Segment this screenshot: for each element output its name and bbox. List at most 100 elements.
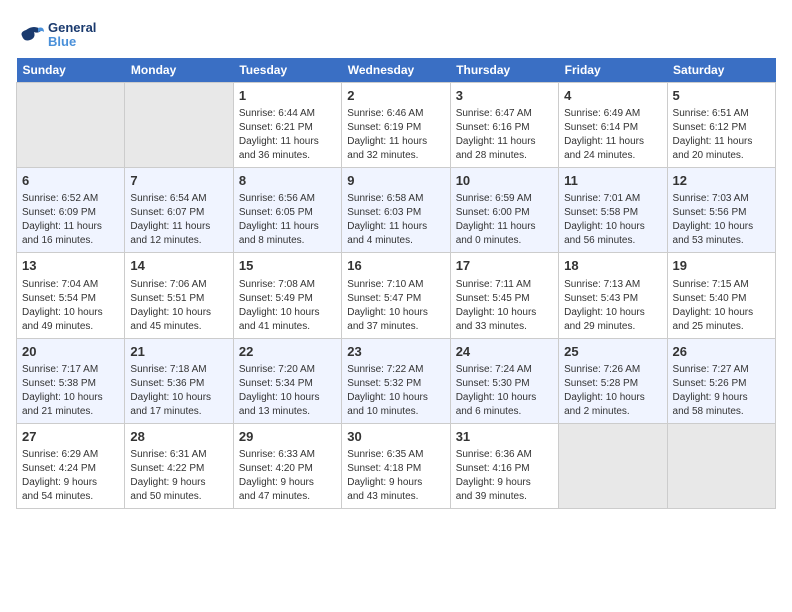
calendar-day-cell: 22 Sunrise: 7:20 AM Sunset: 5:34 PM Dayli… xyxy=(233,338,341,423)
day-info: Sunrise: 6:58 AM Sunset: 6:03 PM Dayligh… xyxy=(347,192,444,248)
day-number: 29 xyxy=(239,428,336,446)
calendar-day-cell: 3Sunrise: 6:47 AM Sunset: 6:16 PM Daylig… xyxy=(450,83,558,168)
day-info: Sunrise: 7:13 AM Sunset: 5:43 PM Dayligh… xyxy=(564,278,661,334)
calendar-week-row: 6Sunrise: 6:52 AM Sunset: 6:09 PM Daylig… xyxy=(17,168,776,253)
calendar-week-row: 13 Sunrise: 7:04 AM Sunset: 5:54 PM Dayli… xyxy=(17,253,776,338)
day-info: Sunrise: 6:36 AM Sunset: 4:16 PM Dayligh… xyxy=(456,448,553,504)
weekday-header: Sunday xyxy=(17,58,125,83)
day-info: Sunrise: 7:08 AM Sunset: 5:49 PM Dayligh… xyxy=(239,278,336,334)
day-info: Sunrise: 7:20 AM Sunset: 5:34 PM Dayligh… xyxy=(239,363,336,419)
day-number: 3 xyxy=(456,87,553,105)
calendar-week-row: 1 Sunrise: 6:44 AM Sunset: 6:21 PM Daylig… xyxy=(17,83,776,168)
day-info: Sunrise: 7:22 AM Sunset: 5:32 PM Dayligh… xyxy=(347,363,444,419)
day-number: 31 xyxy=(456,428,553,446)
day-number: 10 xyxy=(456,172,553,190)
day-number: 27 xyxy=(22,428,119,446)
calendar-day-cell: 13 Sunrise: 7:04 AM Sunset: 5:54 PM Dayli… xyxy=(17,253,125,338)
calendar-day-cell: 15 Sunrise: 7:08 AM Sunset: 5:49 PM Dayli… xyxy=(233,253,341,338)
weekday-header: Saturday xyxy=(667,58,775,83)
day-info: Sunrise: 7:17 AM Sunset: 5:38 PM Dayligh… xyxy=(22,363,119,419)
day-number: 1 xyxy=(239,87,336,105)
calendar-day-cell: 25Sunrise: 7:26 AM Sunset: 5:28 PM Dayli… xyxy=(559,338,667,423)
day-info: Sunrise: 7:01 AM Sunset: 5:58 PM Dayligh… xyxy=(564,192,661,248)
calendar-header-row: SundayMondayTuesdayWednesdayThursdayFrid… xyxy=(17,58,776,83)
calendar-day-cell: 14Sunrise: 7:06 AM Sunset: 5:51 PM Dayli… xyxy=(125,253,233,338)
calendar-day-cell: 10 Sunrise: 6:59 AM Sunset: 6:00 PM Dayli… xyxy=(450,168,558,253)
day-info: Sunrise: 7:26 AM Sunset: 5:28 PM Dayligh… xyxy=(564,363,661,419)
day-info: Sunrise: 7:27 AM Sunset: 5:26 PM Dayligh… xyxy=(673,363,770,419)
logo-text-line2: Blue xyxy=(48,35,96,49)
day-info: Sunrise: 6:44 AM Sunset: 6:21 PM Dayligh… xyxy=(239,107,336,163)
calendar-week-row: 20 Sunrise: 7:17 AM Sunset: 5:38 PM Dayli… xyxy=(17,338,776,423)
day-number: 13 xyxy=(22,257,119,275)
day-info: Sunrise: 6:35 AM Sunset: 4:18 PM Dayligh… xyxy=(347,448,444,504)
day-info: Sunrise: 7:03 AM Sunset: 5:56 PM Dayligh… xyxy=(673,192,770,248)
weekday-header: Wednesday xyxy=(342,58,450,83)
day-number: 11 xyxy=(564,172,661,190)
logo-text-line1: General xyxy=(48,21,96,35)
calendar-day-cell: 26 Sunrise: 7:27 AM Sunset: 5:26 PM Dayli… xyxy=(667,338,775,423)
calendar-day-cell: 27 Sunrise: 6:29 AM Sunset: 4:24 PM Dayli… xyxy=(17,423,125,508)
calendar-day-cell: 24 Sunrise: 7:24 AM Sunset: 5:30 PM Dayli… xyxy=(450,338,558,423)
calendar-day-cell: 9 Sunrise: 6:58 AM Sunset: 6:03 PM Daylig… xyxy=(342,168,450,253)
day-number: 26 xyxy=(673,343,770,361)
calendar-day-cell: 11 Sunrise: 7:01 AM Sunset: 5:58 PM Dayli… xyxy=(559,168,667,253)
day-info: Sunrise: 7:04 AM Sunset: 5:54 PM Dayligh… xyxy=(22,278,119,334)
calendar-day-cell: 21Sunrise: 7:18 AM Sunset: 5:36 PM Dayli… xyxy=(125,338,233,423)
calendar-day-cell: 29 Sunrise: 6:33 AM Sunset: 4:20 PM Dayli… xyxy=(233,423,341,508)
day-number: 17 xyxy=(456,257,553,275)
calendar-day-cell xyxy=(125,83,233,168)
day-info: Sunrise: 6:29 AM Sunset: 4:24 PM Dayligh… xyxy=(22,448,119,504)
day-number: 15 xyxy=(239,257,336,275)
day-info: Sunrise: 7:24 AM Sunset: 5:30 PM Dayligh… xyxy=(456,363,553,419)
logo-container: General Blue xyxy=(16,20,96,50)
calendar-day-cell: 8 Sunrise: 6:56 AM Sunset: 6:05 PM Daylig… xyxy=(233,168,341,253)
calendar-day-cell xyxy=(667,423,775,508)
calendar-day-cell: 31 Sunrise: 6:36 AM Sunset: 4:16 PM Dayli… xyxy=(450,423,558,508)
day-number: 2 xyxy=(347,87,444,105)
day-info: Sunrise: 6:54 AM Sunset: 6:07 PM Dayligh… xyxy=(130,192,227,248)
day-info: Sunrise: 6:49 AM Sunset: 6:14 PM Dayligh… xyxy=(564,107,661,163)
day-number: 7 xyxy=(130,172,227,190)
logo-bird-icon xyxy=(16,20,46,50)
day-number: 22 xyxy=(239,343,336,361)
day-number: 4 xyxy=(564,87,661,105)
calendar-day-cell: 20 Sunrise: 7:17 AM Sunset: 5:38 PM Dayli… xyxy=(17,338,125,423)
calendar-day-cell: 30 Sunrise: 6:35 AM Sunset: 4:18 PM Dayli… xyxy=(342,423,450,508)
day-info: Sunrise: 7:06 AM Sunset: 5:51 PM Dayligh… xyxy=(130,278,227,334)
day-number: 20 xyxy=(22,343,119,361)
weekday-header: Tuesday xyxy=(233,58,341,83)
day-number: 28 xyxy=(130,428,227,446)
calendar-day-cell: 7 Sunrise: 6:54 AM Sunset: 6:07 PM Daylig… xyxy=(125,168,233,253)
calendar-week-row: 27 Sunrise: 6:29 AM Sunset: 4:24 PM Dayli… xyxy=(17,423,776,508)
day-number: 30 xyxy=(347,428,444,446)
day-number: 8 xyxy=(239,172,336,190)
page-header: General Blue xyxy=(16,16,776,50)
day-info: Sunrise: 7:11 AM Sunset: 5:45 PM Dayligh… xyxy=(456,278,553,334)
day-info: Sunrise: 6:33 AM Sunset: 4:20 PM Dayligh… xyxy=(239,448,336,504)
calendar-day-cell: 4 Sunrise: 6:49 AM Sunset: 6:14 PM Daylig… xyxy=(559,83,667,168)
day-number: 18 xyxy=(564,257,661,275)
calendar-day-cell: 5Sunrise: 6:51 AM Sunset: 6:12 PM Daylig… xyxy=(667,83,775,168)
day-info: Sunrise: 6:52 AM Sunset: 6:09 PM Dayligh… xyxy=(22,192,119,248)
day-number: 24 xyxy=(456,343,553,361)
calendar-day-cell: 6Sunrise: 6:52 AM Sunset: 6:09 PM Daylig… xyxy=(17,168,125,253)
day-info: Sunrise: 6:46 AM Sunset: 6:19 PM Dayligh… xyxy=(347,107,444,163)
calendar-day-cell xyxy=(17,83,125,168)
weekday-header: Monday xyxy=(125,58,233,83)
day-info: Sunrise: 6:59 AM Sunset: 6:00 PM Dayligh… xyxy=(456,192,553,248)
day-info: Sunrise: 7:10 AM Sunset: 5:47 PM Dayligh… xyxy=(347,278,444,334)
calendar-day-cell: 18 Sunrise: 7:13 AM Sunset: 5:43 PM Dayli… xyxy=(559,253,667,338)
calendar-day-cell: 16 Sunrise: 7:10 AM Sunset: 5:47 PM Dayli… xyxy=(342,253,450,338)
day-info: Sunrise: 6:56 AM Sunset: 6:05 PM Dayligh… xyxy=(239,192,336,248)
calendar-day-cell: 19Sunrise: 7:15 AM Sunset: 5:40 PM Dayli… xyxy=(667,253,775,338)
calendar-day-cell xyxy=(559,423,667,508)
day-number: 9 xyxy=(347,172,444,190)
calendar-body: 1 Sunrise: 6:44 AM Sunset: 6:21 PM Daylig… xyxy=(17,83,776,509)
calendar-day-cell: 2 Sunrise: 6:46 AM Sunset: 6:19 PM Daylig… xyxy=(342,83,450,168)
day-number: 16 xyxy=(347,257,444,275)
weekday-header: Thursday xyxy=(450,58,558,83)
calendar-day-cell: 12Sunrise: 7:03 AM Sunset: 5:56 PM Dayli… xyxy=(667,168,775,253)
day-number: 21 xyxy=(130,343,227,361)
calendar-day-cell: 17 Sunrise: 7:11 AM Sunset: 5:45 PM Dayli… xyxy=(450,253,558,338)
